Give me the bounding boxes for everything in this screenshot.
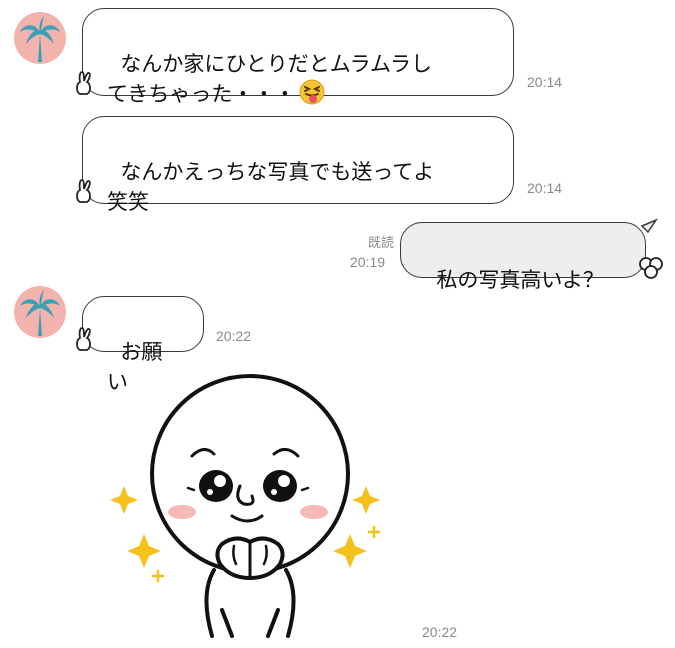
contact-avatar[interactable] — [14, 286, 66, 338]
sparkle-icon — [152, 570, 164, 582]
message-timestamp: 20:14 — [527, 74, 563, 90]
message-text: なんかえっちな写真でも送ってよ 笑笑 — [107, 160, 435, 214]
message-timestamp: 20:19 — [350, 254, 386, 270]
read-receipt: 既読 — [367, 236, 394, 251]
bunny-tail-icon — [76, 179, 91, 203]
squinting-tongue-face-icon — [299, 79, 325, 113]
contact-avatar[interactable] — [14, 12, 66, 64]
flower-tail-icon — [639, 257, 663, 279]
bunny-tail-icon — [76, 327, 91, 351]
message-text: 私の写真高いよ？ — [436, 268, 604, 292]
sparkle-icon — [333, 534, 367, 568]
palm-tree-icon — [20, 290, 60, 336]
bunny-tail-icon — [76, 71, 91, 95]
palm-tree-icon — [20, 16, 60, 62]
message-timestamp: 20:22 — [422, 624, 458, 640]
moon-character-pleading-sticker[interactable] — [104, 374, 404, 644]
sparkle-icon — [352, 486, 380, 514]
message-text: なんか家にひとりだとムラムラし てきちゃった・・・ — [107, 52, 432, 106]
sparkle-icon — [110, 486, 138, 514]
message-timestamp: 20:22 — [216, 328, 252, 344]
message-timestamp: 20:14 — [527, 180, 563, 196]
incoming-message-bubble[interactable]: なんかえっちな写真でも送ってよ 笑笑 — [82, 116, 514, 214]
incoming-message-bubble[interactable]: なんか家にひとりだとムラムラし てきちゃった・・・ — [82, 8, 514, 106]
sparkle-icon — [127, 534, 161, 568]
sparkle-icon — [368, 526, 380, 538]
outgoing-message-bubble[interactable]: 私の写真高いよ？ — [400, 222, 646, 292]
bubble-corner-icon — [640, 218, 659, 234]
